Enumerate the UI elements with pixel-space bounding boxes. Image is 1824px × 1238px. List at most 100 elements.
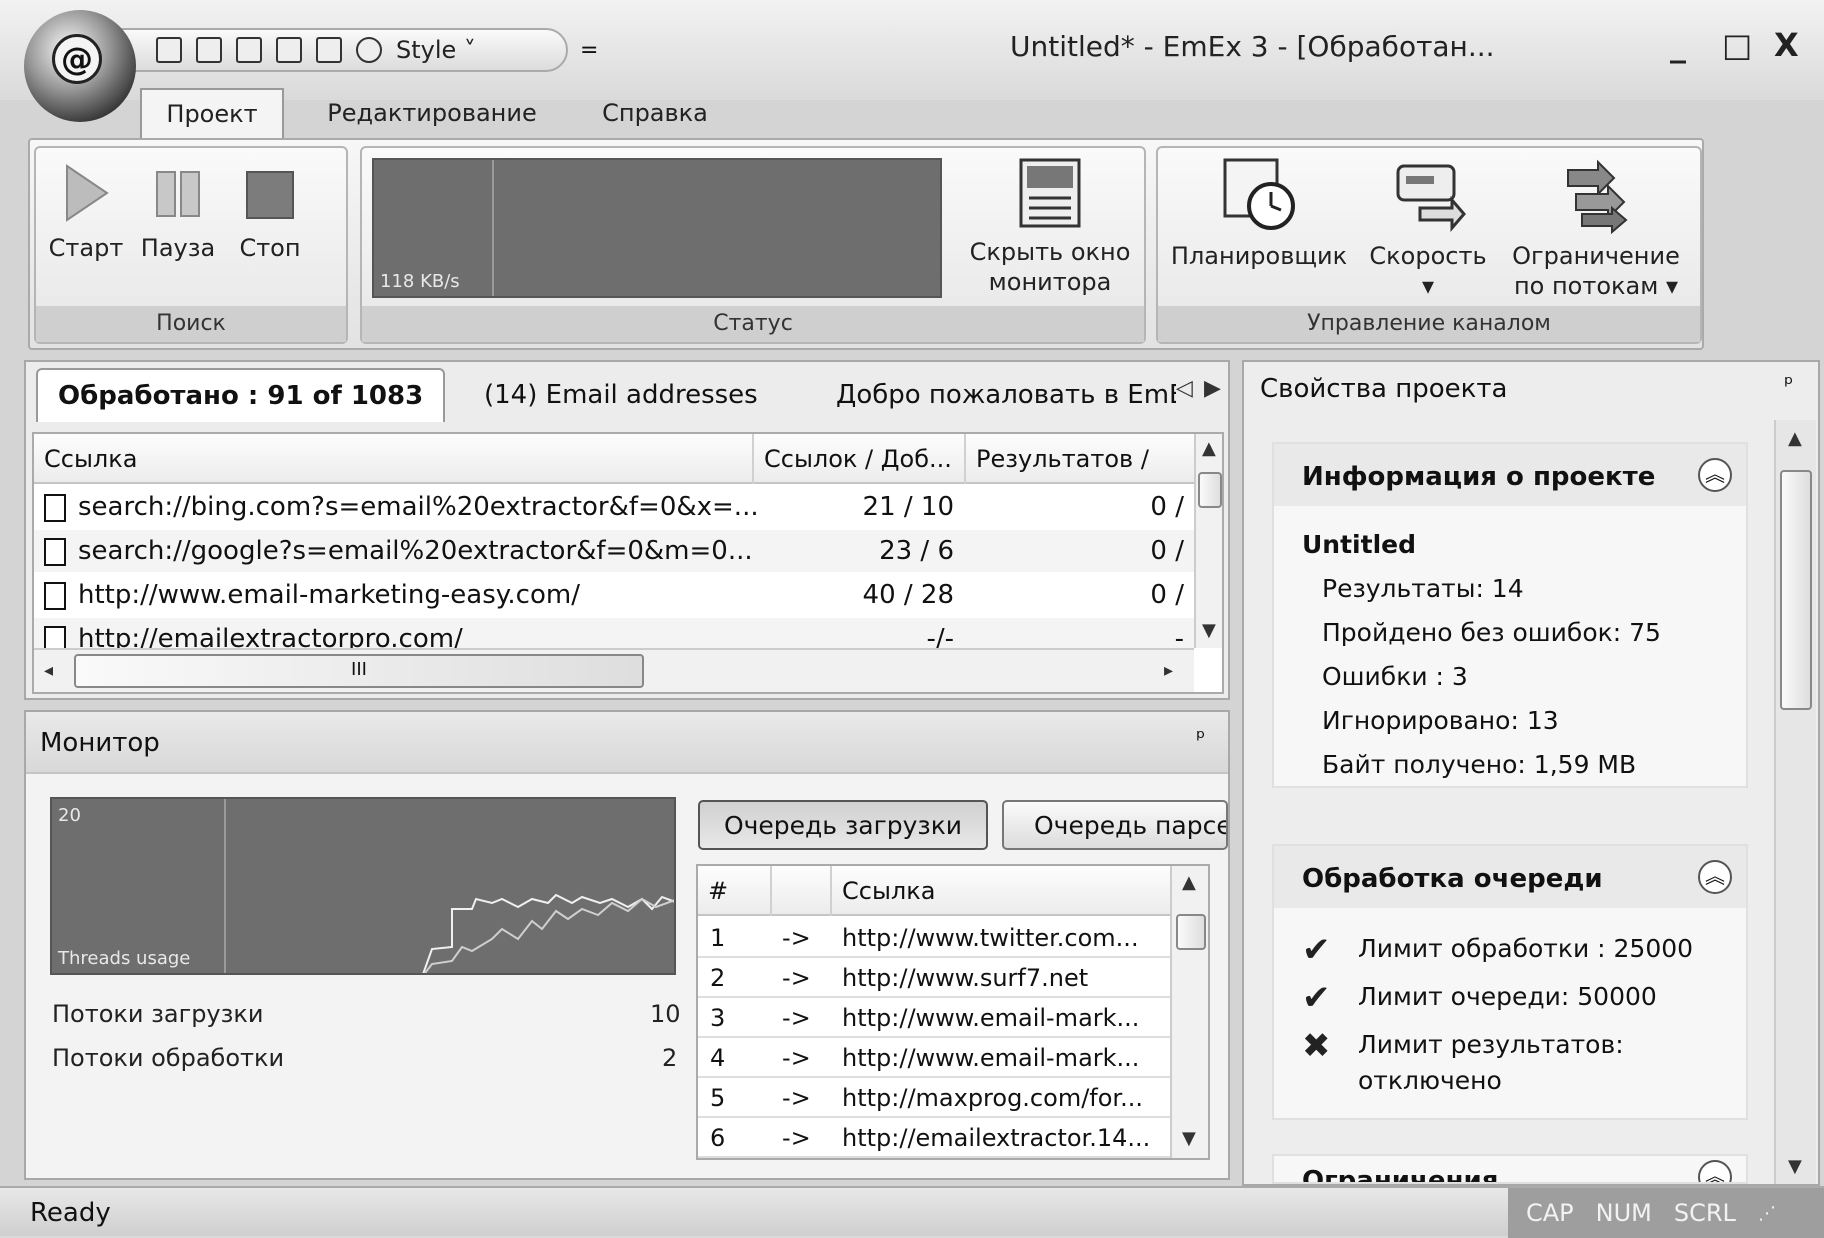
queue-row-number: 1 — [710, 924, 726, 952]
table-row[interactable]: http://www.email-marketing-easy.com/40 /… — [34, 574, 1194, 616]
properties-vscroll-thumb[interactable] — [1780, 470, 1812, 710]
cross-icon: ✖ — [1302, 1026, 1331, 1066]
scroll-down-icon[interactable]: ▼ — [1202, 620, 1216, 641]
speed-button[interactable]: Скорость ▾ — [1368, 156, 1488, 301]
minimize-button[interactable]: _ — [1670, 26, 1686, 64]
row-link: http://www.email-marketing-easy.com/ — [78, 580, 580, 610]
hscroll-right-icon[interactable]: ▸ — [1164, 660, 1173, 681]
row-links-added: 21 / 10 — [862, 492, 954, 522]
queue-col-number[interactable]: # — [698, 866, 772, 916]
links-hscroll-thumb[interactable]: III — [74, 654, 644, 688]
checkmark-icon: ✔ — [1302, 930, 1331, 970]
links-vscrollbar[interactable]: ▲ ▼ — [1194, 434, 1222, 648]
queue-row-number: 4 — [710, 1044, 726, 1072]
queue-row[interactable]: 1 -> http://www.twitter.com... — [698, 918, 1170, 958]
hscroll-left-icon[interactable]: ◂ — [44, 660, 53, 681]
copy-icon[interactable] — [276, 37, 302, 63]
tab-project[interactable]: Проект — [140, 88, 284, 138]
properties-panel: Свойства проекта ᵖ Информация о проекте … — [1242, 360, 1820, 1186]
table-row[interactable]: search://bing.com?s=email%20extractor&f=… — [34, 486, 1194, 528]
queue-col-link[interactable]: Ссылка — [832, 866, 1170, 916]
queue-vscrollbar[interactable]: ▲ ▼ — [1170, 866, 1208, 1158]
pause-button[interactable]: Пауза — [140, 160, 216, 263]
document-icon — [44, 538, 66, 566]
row-links-added: 40 / 28 — [862, 580, 954, 610]
monitor-pin-icon[interactable]: ᵖ — [1196, 726, 1205, 751]
col-links-added[interactable]: Ссылок / Доб... — [754, 434, 966, 484]
customize-qat-icon[interactable]: = — [580, 38, 598, 63]
limit-queue: Лимит очереди: 50000 — [1358, 982, 1657, 1011]
scheduler-clock-icon — [1223, 158, 1295, 230]
status-text: Ready — [30, 1198, 111, 1228]
collapse-queue-processing-icon[interactable]: ︽ — [1698, 860, 1732, 894]
tab-email-addresses[interactable]: (14) Email addresses — [484, 368, 758, 422]
queue-row[interactable]: 4 -> http://www.email-mark... — [698, 1038, 1170, 1078]
results-panel: Обработано : 91 of 1083 (14) Email addre… — [24, 360, 1230, 700]
tab-scroll-right-icon[interactable]: ▶ — [1204, 376, 1221, 401]
export-icon[interactable] — [316, 37, 342, 63]
collapse-limits-icon[interactable]: ︽ — [1698, 1160, 1732, 1182]
queue-row-arrow: -> — [782, 1124, 811, 1152]
limits-card: Ограничения ︽ — [1272, 1154, 1748, 1184]
thread-limit-label-2: по потокам ▾ — [1513, 272, 1679, 300]
col-link[interactable]: Ссылка — [34, 434, 754, 484]
status-group-label: Статус — [362, 306, 1144, 342]
parser-queue-button[interactable]: Очередь парсер — [1002, 800, 1228, 850]
thread-limit-label-1: Ограничение — [1512, 242, 1680, 270]
processing-threads-label: Потоки обработки — [52, 1044, 285, 1072]
links-hscrollbar[interactable]: ◂ III ▸ — [34, 648, 1194, 692]
queue-row-arrow: -> — [782, 964, 811, 992]
collapse-project-info-icon[interactable]: ︽ — [1698, 458, 1732, 492]
scroll-up-icon[interactable]: ▲ — [1202, 438, 1216, 459]
links-vscroll-thumb[interactable] — [1198, 472, 1222, 508]
row-link: search://google?s=email%20extractor&f=0&… — [78, 536, 753, 566]
tab-scroll-left-icon[interactable]: ◁ — [1176, 376, 1193, 401]
close-button[interactable]: X — [1774, 26, 1799, 64]
style-menu[interactable]: Style ˅ — [396, 36, 476, 64]
new-file-icon[interactable] — [156, 37, 182, 63]
tab-help[interactable]: Справка — [590, 88, 720, 138]
threads-usage-graph: 20 Threads usage — [50, 797, 676, 975]
download-threads-label: Потоки загрузки — [52, 1000, 264, 1028]
speed-dropdown-icon: ▾ — [1421, 272, 1435, 300]
queue-row-link: http://maxprog.com/for... — [842, 1084, 1143, 1112]
status-group: 118 KB/s Скрыть окно монитора Статус — [360, 146, 1146, 344]
open-folder-icon[interactable] — [196, 37, 222, 63]
queue-row[interactable]: 6 -> http://emailextractor.14... — [698, 1118, 1170, 1158]
queue-row-link: http://www.email-mark... — [842, 1004, 1140, 1032]
tab-processed[interactable]: Обработано : 91 of 1083 — [36, 368, 446, 422]
help-icon[interactable] — [356, 37, 382, 63]
traffic-monitor: 118 KB/s — [372, 158, 942, 298]
hide-monitor-button[interactable]: Скрыть окно монитора — [962, 156, 1138, 297]
save-icon[interactable] — [236, 37, 262, 63]
queue-row[interactable]: 3 -> http://www.email-mark... — [698, 998, 1170, 1038]
col-results[interactable]: Результатов / — [966, 434, 1194, 484]
queue-scroll-up-icon[interactable]: ▲ — [1182, 872, 1196, 893]
bytes-received: Байт получено: 1,59 MB — [1322, 750, 1637, 779]
hide-monitor-label-2: монитора — [988, 268, 1112, 296]
app-menu-orb[interactable]: @ — [24, 10, 136, 122]
properties-vscrollbar[interactable]: ▲ ▼ — [1774, 420, 1816, 1184]
queue-row[interactable]: 5 -> http://maxprog.com/for... — [698, 1078, 1170, 1118]
maximize-button[interactable]: □ — [1722, 26, 1752, 64]
queue-vscroll-thumb[interactable] — [1176, 914, 1206, 950]
table-row[interactable]: search://google?s=email%20extractor&f=0&… — [34, 530, 1194, 572]
properties-scroll-down-icon[interactable]: ▼ — [1788, 1156, 1802, 1177]
properties-pin-icon[interactable]: ᵖ — [1784, 372, 1793, 397]
search-group: Старт Пауза Стоп Поиск — [34, 146, 348, 344]
ignored-count: Игнорировано: 13 — [1322, 706, 1559, 735]
tab-edit[interactable]: Редактирование — [312, 88, 552, 138]
stop-button[interactable]: Стоп — [232, 160, 308, 263]
queue-scroll-down-icon[interactable]: ▼ — [1182, 1128, 1196, 1149]
queue-row[interactable]: 2 -> http://www.surf7.net — [698, 958, 1170, 998]
start-button[interactable]: Старт — [48, 160, 124, 263]
scheduler-button[interactable]: Планировщик — [1166, 156, 1352, 271]
resize-grip-icon[interactable]: ⋰ — [1758, 1203, 1776, 1224]
tab-welcome[interactable]: Добро пожаловать в EmE — [836, 368, 1176, 422]
download-queue-button[interactable]: Очередь загрузки — [698, 800, 988, 850]
queue-row-number: 3 — [710, 1004, 726, 1032]
properties-scroll-up-icon[interactable]: ▲ — [1788, 428, 1802, 449]
thread-limit-button[interactable]: Ограничение по потокам ▾ — [1498, 156, 1694, 301]
queue-col-arrow[interactable] — [772, 866, 832, 916]
download-threads-value: 10 — [650, 1000, 681, 1028]
